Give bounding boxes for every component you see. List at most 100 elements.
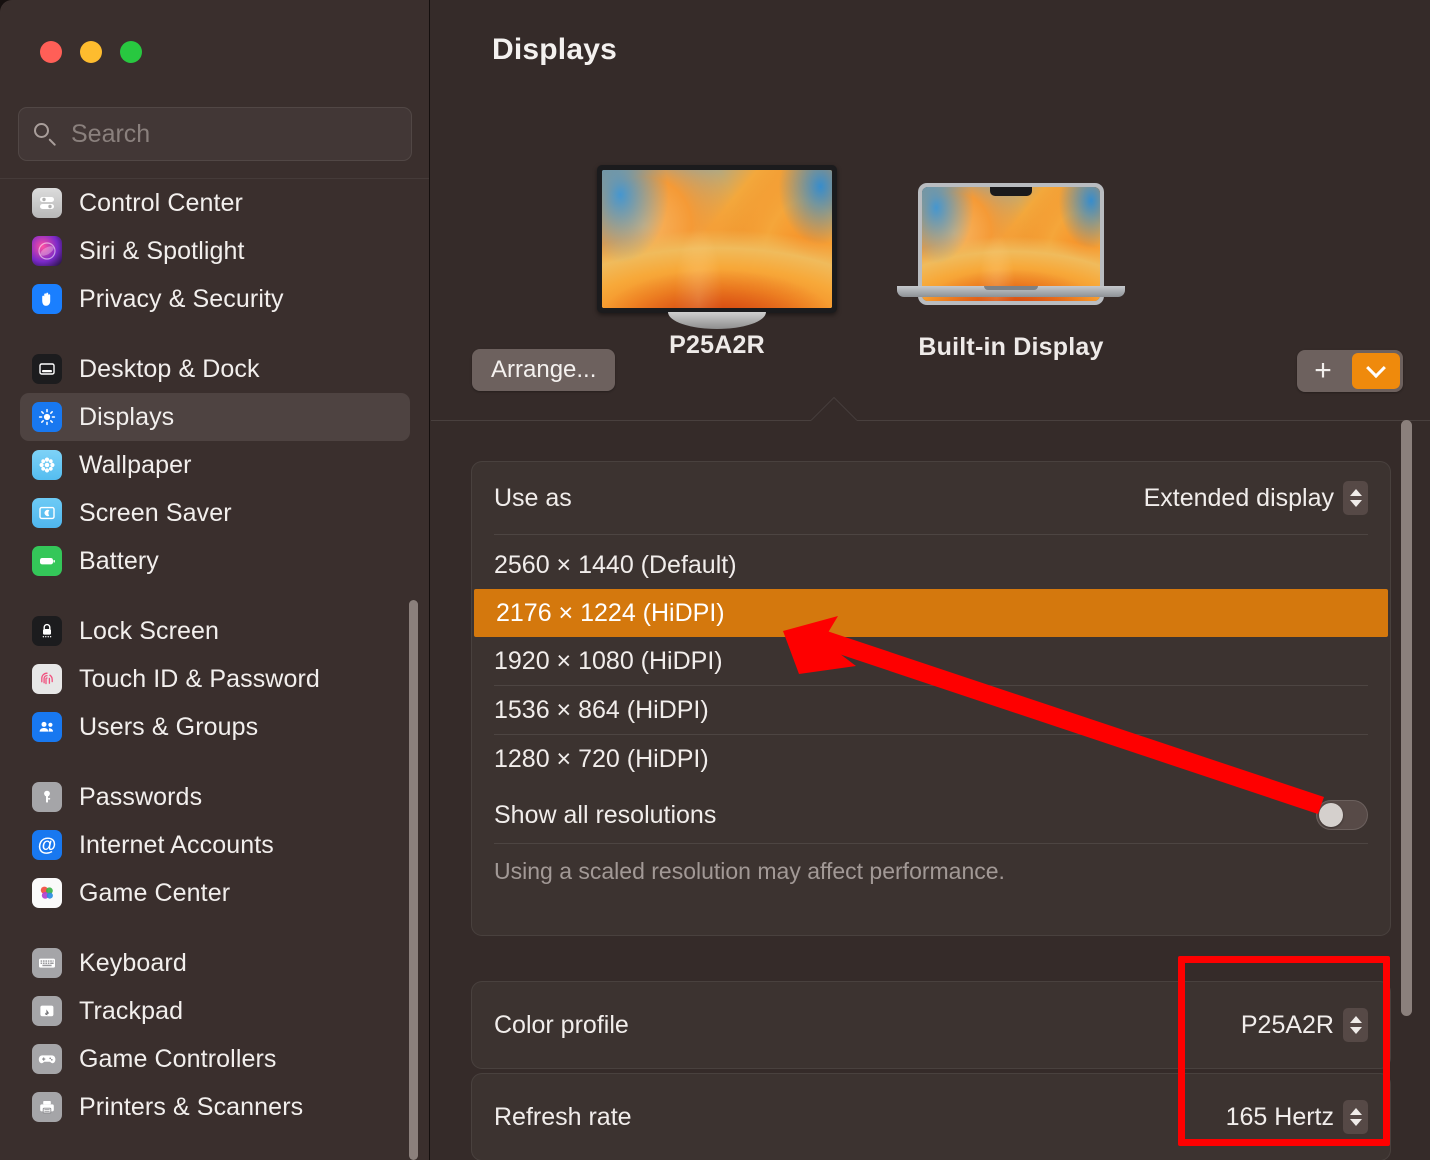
resolution-option[interactable]: 1280 × 720 (HiDPI) — [472, 735, 1390, 783]
sidebar-item-label: Privacy & Security — [79, 285, 284, 314]
add-display-button[interactable]: + — [1297, 350, 1349, 392]
minimize-button[interactable] — [80, 41, 102, 63]
touch-id-icon — [32, 664, 62, 694]
sidebar-item-label: Displays — [79, 403, 174, 432]
sidebar-item-label: Touch ID & Password — [79, 665, 320, 694]
search-input[interactable] — [71, 120, 397, 149]
sidebar-item-control-center[interactable]: Control Center — [20, 179, 410, 227]
sidebar-item-label: Battery — [79, 547, 159, 576]
resolution-option-selected[interactable]: 2176 × 1224 (HiDPI) — [474, 589, 1388, 637]
lock-icon — [32, 616, 62, 646]
display-thumbnail-p25a2r[interactable]: P25A2R — [597, 165, 837, 360]
sidebar-item-game-center[interactable]: Game Center — [20, 869, 410, 917]
sidebar-item-siri-spotlight[interactable]: Siri & Spotlight — [20, 227, 410, 275]
sidebar-item-displays[interactable]: Displays — [20, 393, 410, 441]
sidebar-item-label: Control Center — [79, 189, 243, 218]
sidebar-item-keyboard[interactable]: Keyboard — [20, 939, 410, 987]
page-title: Displays — [492, 33, 617, 67]
add-display-menu-button[interactable] — [1352, 353, 1400, 389]
sidebar-group-5: Keyboard Trackpad Game Controllers — [20, 939, 410, 1131]
system-settings-window: Control Center Siri & Spotlight Privacy … — [0, 0, 1430, 1160]
content-divider — [431, 420, 1430, 421]
stepper-icon[interactable] — [1343, 1008, 1368, 1042]
sidebar-item-label: Desktop & Dock — [79, 355, 260, 384]
resolution-label: 2176 × 1224 (HiDPI) — [496, 599, 725, 628]
color-profile-value: P25A2R — [1241, 1011, 1334, 1040]
resolution-list: 2560 × 1440 (Default) 2176 × 1224 (HiDPI… — [472, 535, 1390, 783]
sidebar-item-label: Game Center — [79, 879, 230, 908]
close-button[interactable] — [40, 41, 62, 63]
sidebar-item-internet-accounts[interactable]: @ Internet Accounts — [20, 821, 410, 869]
sidebar-item-touch-id-password[interactable]: Touch ID & Password — [20, 655, 410, 703]
show-all-resolutions-label: Show all resolutions — [494, 801, 716, 830]
internet-accounts-icon: @ — [32, 830, 62, 860]
stepper-icon[interactable] — [1343, 1100, 1368, 1134]
sidebar-item-lock-screen[interactable]: Lock Screen — [20, 607, 410, 655]
sidebar-item-label: Wallpaper — [79, 451, 192, 480]
screen-saver-icon — [32, 498, 62, 528]
keyboard-icon — [32, 948, 62, 978]
resolution-label: 1280 × 720 (HiDPI) — [494, 745, 709, 774]
resolution-option[interactable]: 1536 × 864 (HiDPI) — [472, 686, 1390, 734]
use-as-row[interactable]: Use as Extended display — [472, 462, 1390, 534]
sidebar-item-users-groups[interactable]: Users & Groups — [20, 703, 410, 751]
users-icon — [32, 712, 62, 742]
color-profile-popup[interactable]: P25A2R — [1241, 1008, 1368, 1042]
sidebar-item-label: Screen Saver — [79, 499, 232, 528]
display-name: Built-in Display — [897, 333, 1125, 362]
sidebar-item-label: Trackpad — [79, 997, 183, 1026]
zoom-button[interactable] — [120, 41, 142, 63]
refresh-rate-value: 165 Hertz — [1226, 1103, 1334, 1132]
refresh-rate-panel: Refresh rate 165 Hertz — [471, 1073, 1391, 1160]
display-thumbnail-built-in[interactable]: Built-in Display — [897, 165, 1125, 362]
siri-icon — [32, 236, 62, 266]
resolution-option[interactable]: 1920 × 1080 (HiDPI) — [472, 637, 1390, 685]
laptop-base — [897, 286, 1125, 297]
resolution-label: 1536 × 864 (HiDPI) — [494, 696, 709, 725]
sidebar-group-1: Control Center Siri & Spotlight Privacy … — [20, 179, 410, 323]
stepper-icon[interactable] — [1343, 481, 1368, 515]
refresh-rate-popup[interactable]: 165 Hertz — [1226, 1100, 1368, 1134]
color-profile-panel: Color profile P25A2R — [471, 981, 1391, 1069]
refresh-rate-row[interactable]: Refresh rate 165 Hertz — [472, 1074, 1390, 1160]
color-profile-label: Color profile — [494, 1011, 629, 1040]
sidebar-item-screen-saver[interactable]: Screen Saver — [20, 489, 410, 537]
sidebar-item-trackpad[interactable]: Trackpad — [20, 987, 410, 1035]
sidebar-item-label: Game Controllers — [79, 1045, 277, 1074]
monitor-stand — [668, 312, 766, 329]
main-scrollbar[interactable] — [1401, 420, 1412, 1016]
resolution-option[interactable]: 2560 × 1440 (Default) — [472, 541, 1390, 589]
search-field[interactable] — [18, 107, 412, 161]
game-controller-icon — [32, 1044, 62, 1074]
search-icon — [33, 122, 57, 146]
sidebar-item-label: Users & Groups — [79, 713, 258, 742]
sidebar-scrollbar[interactable] — [409, 600, 418, 1160]
refresh-rate-label: Refresh rate — [494, 1103, 632, 1132]
sidebar-item-label: Printers & Scanners — [79, 1093, 303, 1122]
show-all-resolutions-toggle[interactable] — [1316, 800, 1368, 830]
sidebar-item-printers-scanners[interactable]: Printers & Scanners — [20, 1083, 410, 1131]
sidebar-group-2: Desktop & Dock Displays Wallpaper — [20, 345, 410, 585]
arrange-button[interactable]: Arrange... — [472, 349, 615, 391]
main-content: Displays P25A2R Built-in Dis — [431, 0, 1430, 1160]
sidebar-group-4: Passwords @ Internet Accounts Game Cente… — [20, 773, 410, 917]
sidebar-nav: Control Center Siri & Spotlight Privacy … — [0, 179, 430, 1160]
sidebar-item-desktop-dock[interactable]: Desktop & Dock — [20, 345, 410, 393]
displays-icon — [32, 402, 62, 432]
sidebar-item-game-controllers[interactable]: Game Controllers — [20, 1035, 410, 1083]
sidebar-item-battery[interactable]: Battery — [20, 537, 410, 585]
use-as-popup[interactable]: Extended display — [1144, 481, 1368, 515]
printer-icon — [32, 1092, 62, 1122]
sidebar-item-privacy-security[interactable]: Privacy & Security — [20, 275, 410, 323]
sidebar-item-wallpaper[interactable]: Wallpaper — [20, 441, 410, 489]
trackpad-icon — [32, 996, 62, 1026]
sidebar-item-label: Passwords — [79, 783, 202, 812]
desktop-dock-icon — [32, 354, 62, 384]
chevron-down-icon — [1366, 358, 1386, 378]
use-as-value: Extended display — [1144, 484, 1334, 513]
key-icon — [32, 782, 62, 812]
show-all-resolutions-row[interactable]: Show all resolutions — [472, 787, 1390, 843]
sidebar: Control Center Siri & Spotlight Privacy … — [0, 0, 430, 1160]
sidebar-item-passwords[interactable]: Passwords — [20, 773, 410, 821]
color-profile-row[interactable]: Color profile P25A2R — [472, 982, 1390, 1068]
